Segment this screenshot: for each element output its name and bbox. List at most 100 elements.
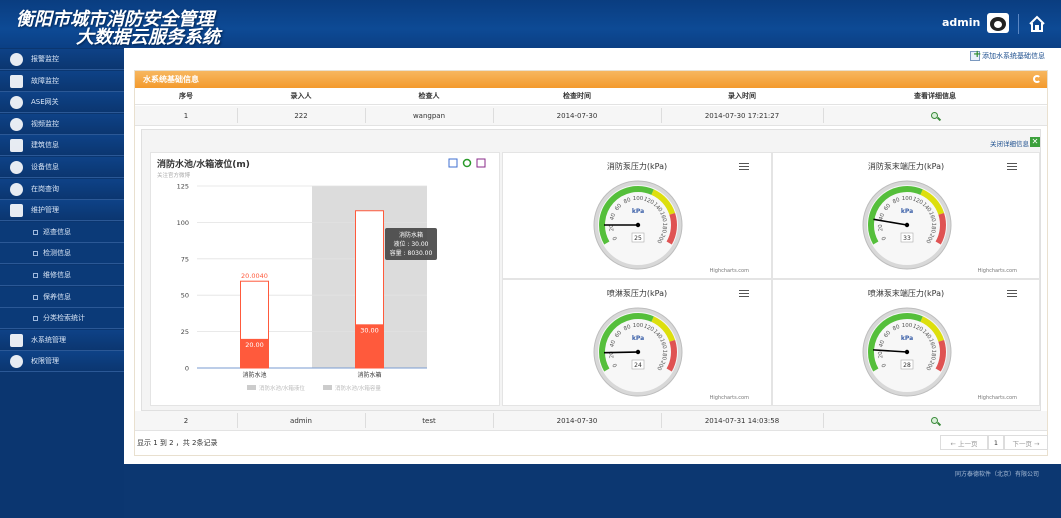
level-chart-svg: 消防水池/水箱液位(m)关注官方微博 0 25 50 75 100 125 20.00 20.0… <box>157 158 486 392</box>
maintenance-icon <box>10 204 23 218</box>
sidebar-item[interactable]: 设备信息 <box>0 157 124 178</box>
view-detail-cell[interactable] <box>823 106 1047 125</box>
sidebar-item[interactable]: 巡查信息 <box>0 221 124 243</box>
chart-subtitle: 关注官方微博 <box>157 171 191 179</box>
view-detail-cell[interactable] <box>823 411 1047 430</box>
column-header: 检查时间 <box>563 92 591 100</box>
search-icon <box>10 182 23 196</box>
gauge-tick-label: 20 <box>878 223 885 231</box>
save-icon <box>476 158 486 168</box>
bullet-icon <box>33 251 38 257</box>
gauge-panel-1: 消防泵压力(kPa) Highcharts.com 0 20 40 60 80 100 120 1… <box>502 152 772 279</box>
sidebar-item-label: 分类检索统计 <box>43 314 85 323</box>
sidebar-item-label: 权限管理 <box>31 357 59 366</box>
sidebar-item-label: 维护管理 <box>31 206 59 215</box>
sidebar-item[interactable]: 故障监控 <box>0 70 124 92</box>
sidebar-item[interactable]: 分类检索统计 <box>0 308 124 330</box>
sidebar-item[interactable]: 视频监控 <box>0 113 124 135</box>
gauge-unit: kPa <box>632 335 644 342</box>
sidebar-item[interactable]: 报警监控 <box>0 49 124 70</box>
refresh-icon[interactable] <box>1033 75 1041 83</box>
bullet-icon <box>33 229 38 235</box>
sidebar-item[interactable]: 检测信息 <box>0 243 124 265</box>
sidebar-item-label: 水系统管理 <box>31 335 66 344</box>
legend-label: 消防水池/水箱容量 <box>335 384 381 392</box>
gauge-panel-2: 消防泵末端压力(kPa) Highcharts.com 0 20 40 60 80 100 12… <box>772 152 1040 279</box>
legend-label: 消防水池/水箱液位 <box>259 384 305 392</box>
table-cell: 1 <box>183 111 189 120</box>
sidebar-item-label: 建筑信息 <box>31 141 59 150</box>
page-number-button[interactable]: 1 <box>988 435 1004 450</box>
gauge: 020406080 100 120140160180200kPa25 <box>593 180 683 270</box>
gauge: 020406080 100 120140160180200kPa28 <box>862 307 952 397</box>
menu-icon[interactable] <box>739 290 749 297</box>
panel-title-text: 水系统基础信息 <box>143 75 199 84</box>
level-chart: 消防水池/水箱液位(m) 关注官方微博 0 25 50 75 100 125 20.00 20.0… <box>150 152 500 406</box>
add-water-system-link[interactable]: 添加水系统基础信息 <box>982 51 1045 61</box>
permission-icon <box>10 355 23 369</box>
table-icon <box>448 158 458 168</box>
chart-title: 消防水池/水箱液位(m) <box>157 158 250 170</box>
username[interactable]: admin <box>942 16 980 29</box>
gauge-pivot <box>904 222 910 228</box>
close-detail-link[interactable]: 关闭详细信息 <box>990 138 1029 148</box>
column-divider <box>661 413 662 428</box>
close-icon[interactable]: ✕ <box>1030 137 1040 147</box>
y-tick-label: 125 <box>177 183 189 191</box>
sidebar-item-label: 故障监控 <box>31 76 59 85</box>
highcharts-credit: Highcharts.com <box>977 268 1017 274</box>
sidebar-item[interactable]: 建筑信息 <box>0 135 124 157</box>
capacity-data-label: 20.0040 <box>241 272 268 280</box>
x-tick-label: 消防水池 <box>242 371 266 379</box>
avatar[interactable] <box>987 13 1009 33</box>
sidebar-item-label: 视频监控 <box>31 119 59 128</box>
table-row[interactable]: 2 admin test 2014-07-30 2014-07-31 14:03:58 <box>135 411 1047 431</box>
sidebar-item-label: 报警监控 <box>31 55 59 63</box>
column-header: 序号 <box>179 92 193 100</box>
add-icon[interactable] <box>970 49 981 61</box>
column-divider <box>365 413 366 428</box>
home-icon[interactable] <box>1028 15 1046 33</box>
sidebar-item[interactable]: 水系统管理 <box>0 329 124 351</box>
gauge-title: 喷淋泵末端压力(kPa) <box>867 289 945 298</box>
gauge-panel-3: 喷淋泵压力(kPa) Highcharts.com 0 20 40 60 80 100 120 1… <box>502 279 772 406</box>
gauge-pivot <box>904 349 910 355</box>
tooltip-title: 消防水箱 <box>399 231 423 239</box>
gauge-value: 24 <box>634 362 642 369</box>
water-system-panel: 水系统基础信息 序号 录入人 检查人 检查时间 录入时间 查看详细信息 1 222 wangp… <box>134 70 1048 456</box>
menu-icon[interactable] <box>1007 163 1017 170</box>
sidebar-item-label: 在岗查询 <box>31 184 59 193</box>
sidebar-item[interactable]: 权限管理 <box>0 351 124 373</box>
menu-icon[interactable] <box>739 163 749 170</box>
next-page-button[interactable]: 下一页 → <box>1004 435 1048 450</box>
sidebar-item[interactable]: 保养信息 <box>0 286 124 308</box>
column-divider <box>237 108 238 123</box>
gateway-icon <box>10 96 23 110</box>
tooltip-line: 液位 : 30.00 <box>393 240 428 248</box>
column-divider <box>493 108 494 123</box>
zoom-icon[interactable] <box>930 111 940 121</box>
sidebar-item-label: ASE网关 <box>31 98 59 107</box>
sidebar-item[interactable]: 维护管理 <box>0 200 124 222</box>
sidebar-item[interactable]: 维修信息 <box>0 265 124 286</box>
gauge-tick-label: 20 <box>878 350 885 358</box>
gauge-value: 25 <box>634 235 642 242</box>
prev-page-button[interactable]: ← 上一页 <box>940 435 988 450</box>
column-divider <box>661 108 662 123</box>
table-cell: wangpan <box>412 111 446 120</box>
sidebar-item[interactable]: ASE网关 <box>0 92 124 114</box>
camera-icon <box>10 117 23 131</box>
gauge-unit: kPa <box>901 208 913 215</box>
sidebar-item-label: 检测信息 <box>43 249 71 258</box>
gear-icon <box>10 161 23 174</box>
menu-icon[interactable] <box>1007 290 1017 297</box>
gauge-tick-label: 20 <box>609 350 616 358</box>
sidebar-item-label: 设备信息 <box>31 163 59 171</box>
table-row[interactable]: 1 222 wangpan 2014-07-30 2014-07-30 17:21:27 <box>135 106 1047 126</box>
gauge-value: 28 <box>903 362 911 369</box>
sidebar-item-label: 维修信息 <box>43 271 71 279</box>
zoom-icon[interactable] <box>930 416 940 426</box>
sidebar-item[interactable]: 在岗查询 <box>0 178 124 200</box>
y-tick-label: 50 <box>181 292 189 300</box>
gauge: 020406080 100 120140160180200kPa33 <box>862 180 952 270</box>
